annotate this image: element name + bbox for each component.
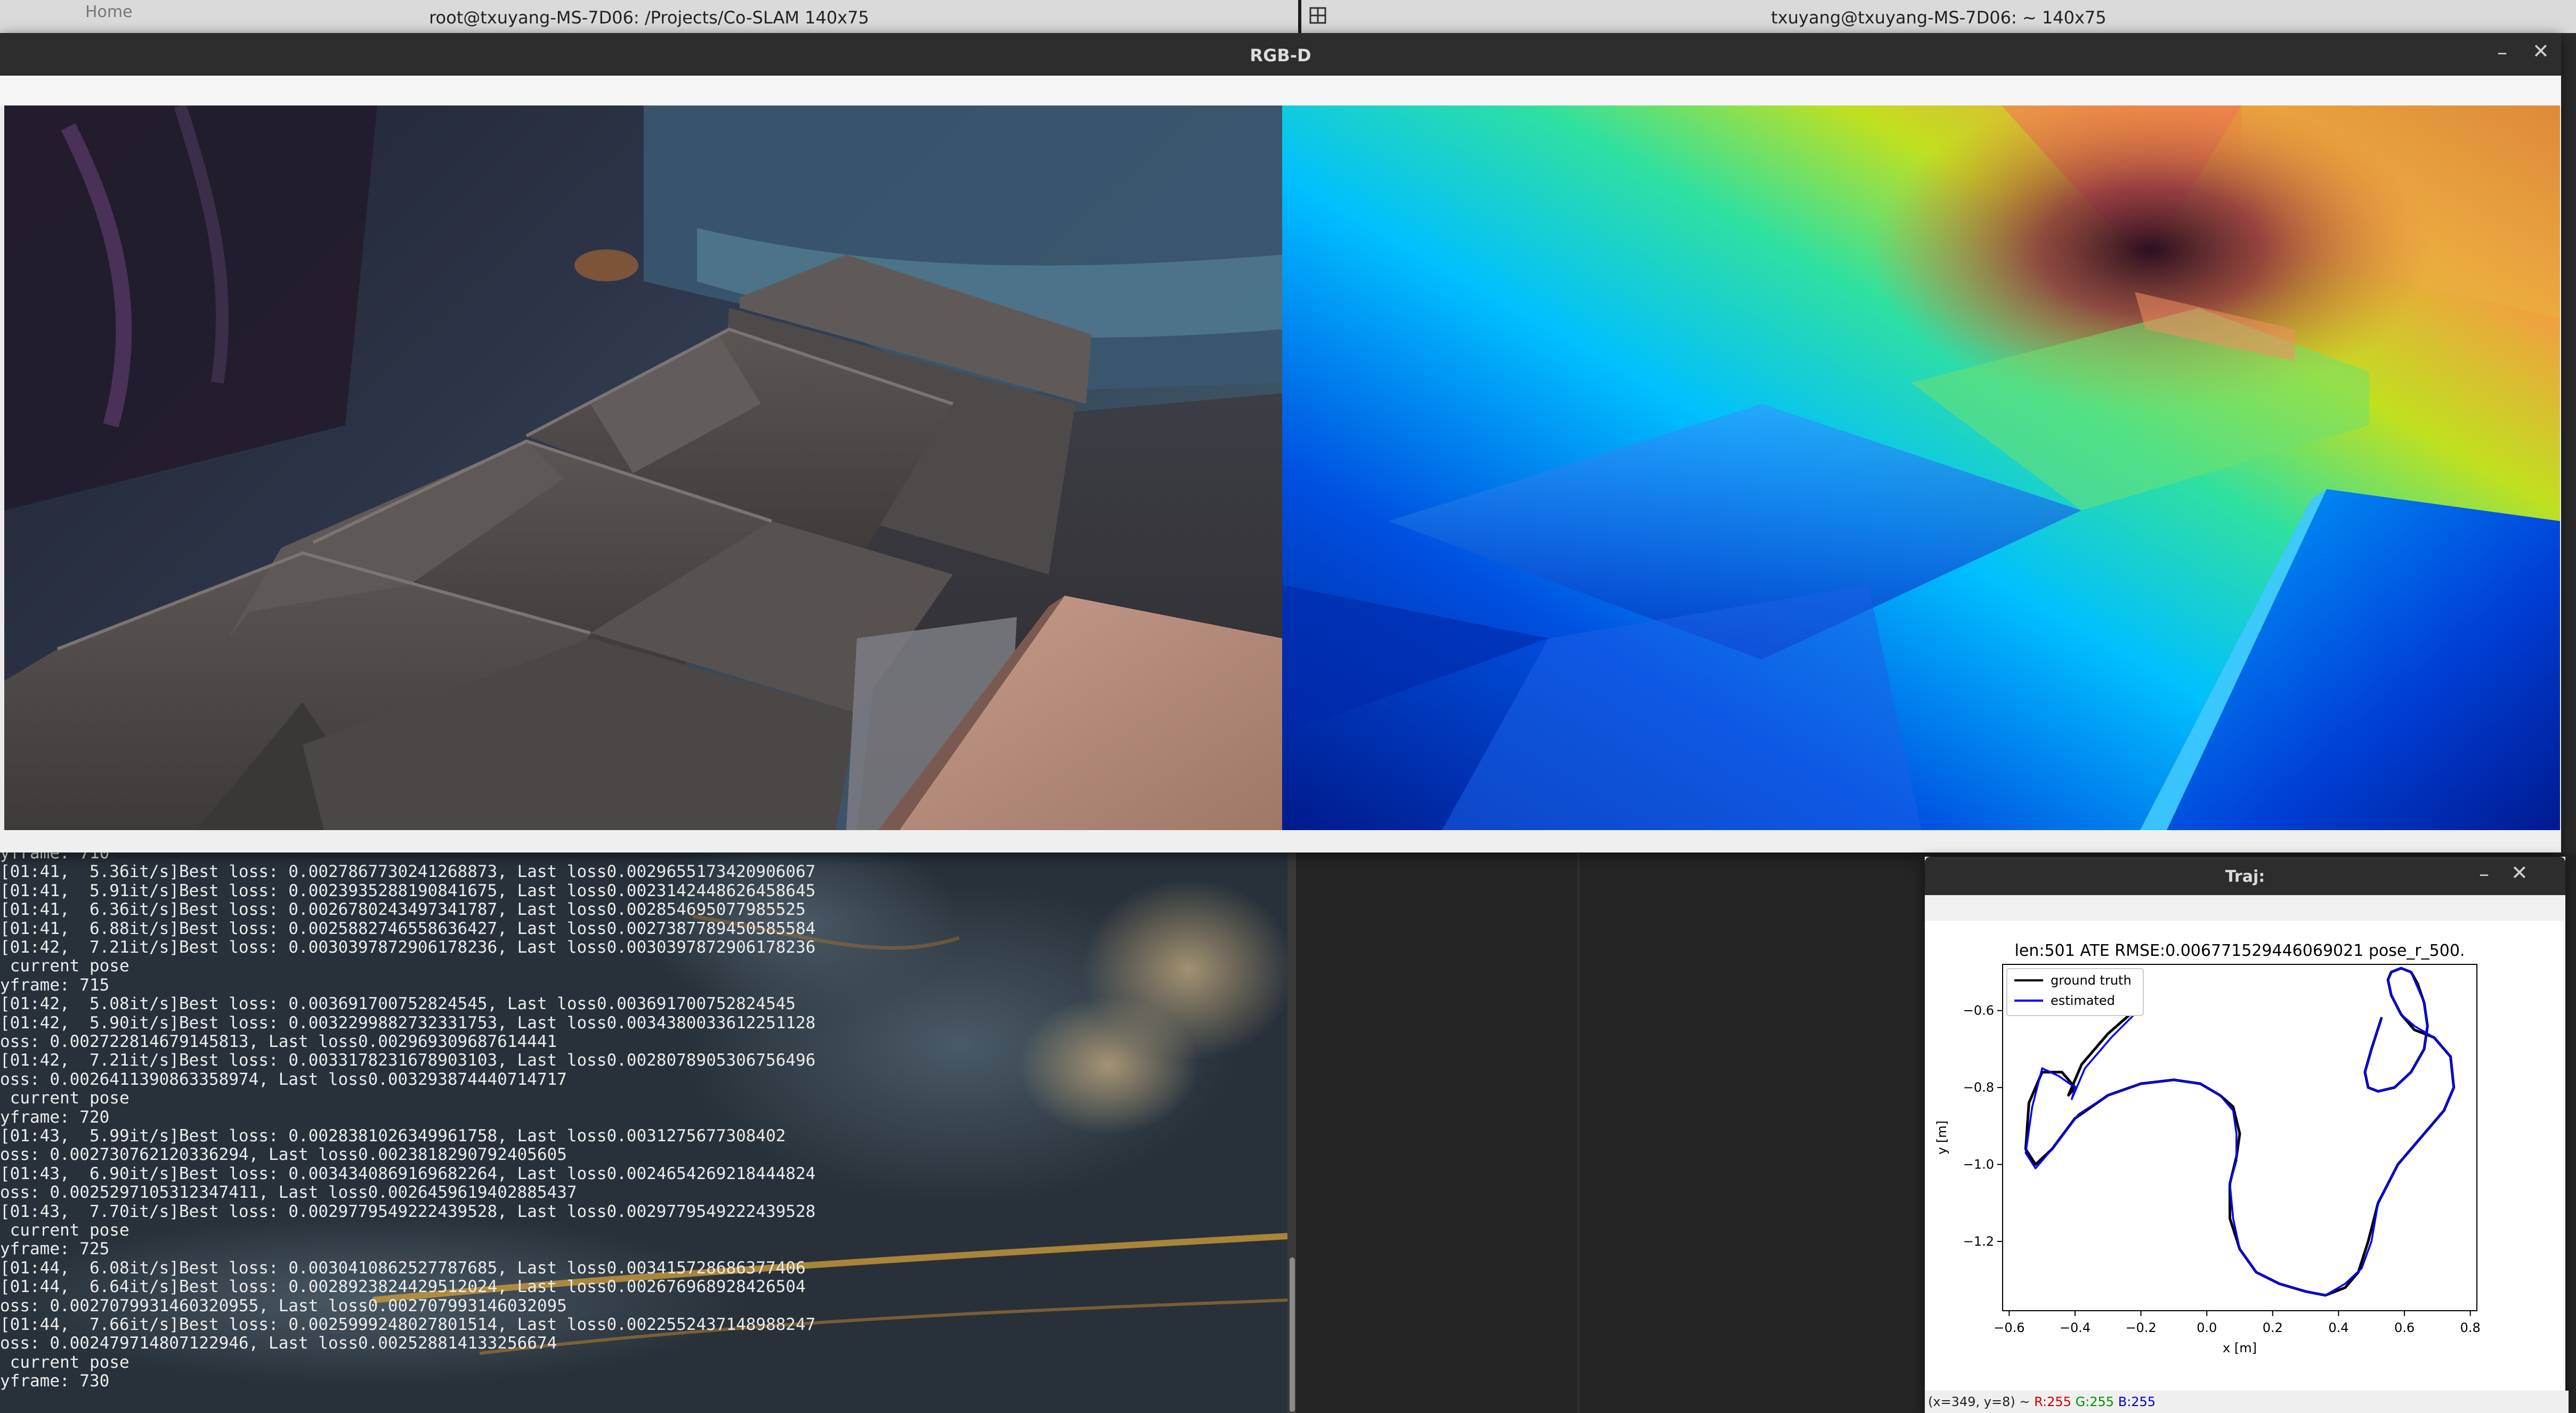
background-window-edge xyxy=(2561,33,2576,854)
log-line: yframe: 720 xyxy=(0,1107,110,1127)
y-tick-label: −0.6 xyxy=(1963,1003,1994,1018)
log-line: current pose xyxy=(0,956,129,976)
log-line: oss: 0.0026411390863358974, Last loss0.0… xyxy=(0,1069,567,1089)
pixel-green-value: G:255 xyxy=(2075,1394,2115,1409)
terminal-left-ghost-text: Home xyxy=(85,3,133,21)
rgbd-window[interactable]: RGB-D – ✕ xyxy=(0,33,2561,852)
log-line: [01:43, 6.90it/s]Best loss: 0.0034340869… xyxy=(0,1164,816,1183)
minimize-icon[interactable]: – xyxy=(2497,40,2507,64)
log-line: [01:41, 5.91it/s]Best loss: 0.0023935288… xyxy=(0,881,816,900)
rgbd-statusbar xyxy=(0,830,2561,852)
log-line: [01:41, 6.36it/s]Best loss: 0.0026780243… xyxy=(0,900,806,920)
traj-toolbar xyxy=(1925,895,2565,921)
log-line: oss: 0.002722814679145813, Last loss0.00… xyxy=(0,1032,557,1051)
terminal-right-title: txuyang@txuyang-MS-7D06: ~ 140x75 xyxy=(1771,7,2107,28)
y-axis-label: y [m] xyxy=(1934,1120,1949,1155)
terminal-divider xyxy=(1577,852,1579,1413)
log-line: [01:42, 5.08it/s]Best loss: 0.0036917007… xyxy=(0,994,796,1014)
log-line: [01:43, 5.99it/s]Best loss: 0.0028381026… xyxy=(0,1126,786,1146)
log-line: [01:43, 7.70it/s]Best loss: 0.0029779549… xyxy=(0,1201,816,1221)
terminal-right-titlebar[interactable]: txuyang@txuyang-MS-7D06: ~ 140x75 xyxy=(1301,0,2576,34)
log-line: [01:44, 6.08it/s]Best loss: 0.0030410862… xyxy=(0,1258,806,1278)
log-line: yframe: 730 xyxy=(0,1371,110,1391)
y-tick-label: −0.8 xyxy=(1963,1080,1994,1095)
pixel-blue-value: B:255 xyxy=(2118,1394,2156,1409)
trajectory-chart[interactable]: len:501 ATE RMSE:0.006771529446069021 po… xyxy=(1925,921,2565,1391)
cursor-coords: (x=349, y=8) ~ xyxy=(1928,1394,2030,1409)
close-icon[interactable]: ✕ xyxy=(2532,39,2549,63)
rgbd-toolbar xyxy=(0,76,2561,105)
new-tab-icon[interactable] xyxy=(1309,6,1327,25)
traj-window-title: Traj: xyxy=(2225,867,2265,886)
rgb-image xyxy=(4,105,1282,830)
chart-title: len:501 ATE RMSE:0.006771529446069021 po… xyxy=(2015,941,2465,960)
chart-legend: ground truth estimated xyxy=(2006,968,2144,1016)
pixel-red-value: R:255 xyxy=(2034,1394,2071,1409)
rgbd-titlebar[interactable]: RGB-D xyxy=(0,33,2561,76)
x-tick-label: 0.0 xyxy=(2197,1320,2217,1335)
log-line: [01:42, 7.21it/s]Best loss: 0.0030397872… xyxy=(0,938,816,957)
log-line: yframe: 725 xyxy=(0,1239,110,1259)
x-tick-label: −0.6 xyxy=(1994,1320,2024,1335)
log-line: current pose xyxy=(0,1089,129,1108)
x-axis-label: x [m] xyxy=(2223,1341,2257,1355)
x-tick-label: −0.4 xyxy=(2060,1320,2091,1335)
y-tick-label: −1.2 xyxy=(1963,1234,1994,1249)
x-tick-label: −0.2 xyxy=(2125,1320,2156,1335)
log-line: current pose xyxy=(0,1352,129,1372)
terminal-scrollbar-thumb[interactable] xyxy=(1290,1257,1295,1412)
close-icon[interactable]: ✕ xyxy=(2511,861,2528,884)
log-line: [01:41, 5.36it/s]Best loss: 0.0027867730… xyxy=(0,862,816,882)
x-tick-label: 0.2 xyxy=(2263,1320,2283,1335)
log-line: [01:42, 7.21it/s]Best loss: 0.0033178231… xyxy=(0,1051,816,1070)
terminal-left-title: root@txuyang-MS-7D06: /Projects/Co-SLAM … xyxy=(429,7,869,28)
terminal-left-titlebar[interactable]: Home root@txuyang-MS-7D06: /Projects/Co-… xyxy=(0,0,1298,34)
log-line: oss: 0.0025297105312347411, Last loss0.0… xyxy=(0,1183,577,1203)
log-line: [01:44, 7.66it/s]Best loss: 0.0025999248… xyxy=(0,1315,816,1334)
log-line: [01:42, 5.90it/s]Best loss: 0.0032299882… xyxy=(0,1013,816,1033)
log-line: oss: 0.002479714807122946, Last loss0.00… xyxy=(0,1334,557,1353)
terminal-left-output[interactable]: yframe: 710 [01:41, 5.36it/s]Best loss: 0… xyxy=(0,842,1287,1413)
log-line: current pose xyxy=(0,1221,129,1240)
traj-titlebar[interactable]: Traj: xyxy=(1925,857,2565,895)
y-tick-label: −1.0 xyxy=(1963,1157,1994,1172)
x-tick-label: 0.6 xyxy=(2394,1320,2415,1335)
legend-label: estimated xyxy=(2051,993,2115,1008)
minimize-icon[interactable]: – xyxy=(2479,862,2489,886)
log-line: [01:44, 6.64it/s]Best loss: 0.0028923824… xyxy=(0,1277,806,1297)
traj-statusbar: (x=349, y=8) ~ R:255 G:255 B:255 xyxy=(1925,1391,2569,1413)
depth-image xyxy=(1282,105,2560,830)
traj-window[interactable]: Traj: – ✕ len:501 ATE RMSE:0.00677152944… xyxy=(1925,857,2569,1413)
log-line: yframe: 715 xyxy=(0,975,110,995)
log-line: [01:41, 6.88it/s]Best loss: 0.0025882746… xyxy=(0,919,816,938)
rgbd-window-title: RGB-D xyxy=(1250,45,1311,66)
x-tick-label: 0.8 xyxy=(2460,1320,2481,1335)
x-tick-label: 0.4 xyxy=(2328,1320,2348,1335)
log-line: oss: 0.002730762120336294, Last loss0.00… xyxy=(0,1145,567,1165)
legend-label: ground truth xyxy=(2051,973,2132,988)
log-line: oss: 0.0027079931460320955, Last loss0.0… xyxy=(0,1296,567,1315)
